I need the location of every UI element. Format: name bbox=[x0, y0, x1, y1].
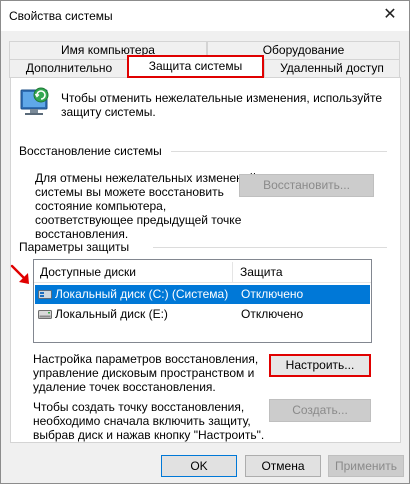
intro-text-line2: защиту системы. bbox=[61, 105, 156, 119]
column-divider bbox=[232, 262, 233, 282]
restore-button[interactable]: Восстановить... bbox=[239, 174, 374, 197]
configure-text-line3: удаление точек восстановления. bbox=[33, 380, 216, 394]
drive-name: Локальный диск (E:) bbox=[55, 307, 168, 321]
restore-text-line2: системы вы можете восстановить bbox=[35, 185, 224, 199]
create-text-line3: выбрав диск и нажав кнопку "Настроить". bbox=[33, 428, 265, 442]
restore-group-label: Восстановление системы bbox=[19, 144, 166, 158]
apply-button[interactable]: Применить bbox=[328, 455, 404, 477]
system-properties-dialog: Свойства системы ✕ Имя компьютера Оборуд… bbox=[0, 0, 410, 484]
tab-remote[interactable]: Удаленный доступ bbox=[264, 59, 400, 78]
restore-text-line4: соответствующее предыдущей точке bbox=[35, 213, 242, 227]
drive-row-c[interactable]: Локальный диск (C:) (Система) Отключено bbox=[35, 285, 370, 304]
drive-icon bbox=[38, 310, 52, 319]
system-protection-icon bbox=[20, 87, 49, 115]
configure-button[interactable]: Настроить... bbox=[269, 354, 371, 377]
restore-text-line3: состояние компьютера, bbox=[35, 199, 167, 213]
create-text-line1: Чтобы создать точку восстановления, bbox=[33, 400, 245, 414]
drive-protection-status: Отключено bbox=[241, 287, 304, 301]
tab-system-protection[interactable]: Защита системы bbox=[127, 55, 264, 78]
drive-protection-status: Отключено bbox=[241, 307, 304, 321]
protection-group-divider bbox=[153, 247, 387, 248]
red-arrow-annotation-icon bbox=[10, 264, 29, 284]
system-drive-icon bbox=[38, 290, 52, 299]
create-button[interactable]: Создать... bbox=[269, 399, 371, 422]
protection-group-label: Параметры защиты bbox=[19, 240, 134, 254]
close-icon[interactable]: ✕ bbox=[381, 6, 399, 24]
intro-text-line1: Чтобы отменить нежелательные изменения, … bbox=[61, 91, 383, 105]
restore-group-divider bbox=[171, 151, 387, 152]
window-title: Свойства системы bbox=[9, 9, 113, 23]
configure-text-line2: управление дисковым пространством и bbox=[33, 366, 255, 380]
drives-list-header: Доступные диски Защита bbox=[34, 262, 371, 283]
column-header-protection[interactable]: Защита bbox=[240, 265, 283, 279]
drive-name: Локальный диск (C:) (Система) bbox=[55, 287, 229, 301]
title-bar: Свойства системы ✕ bbox=[1, 1, 409, 31]
ok-button[interactable]: OK bbox=[161, 455, 237, 477]
configure-text-line1: Настройка параметров восстановления, bbox=[33, 352, 259, 366]
tab-advanced[interactable]: Дополнительно bbox=[9, 59, 129, 78]
column-header-drives[interactable]: Доступные диски bbox=[40, 265, 136, 279]
restore-text-line1: Для отмены нежелательных изменений bbox=[35, 171, 257, 185]
create-text-line2: необходимо сначала включить защиту, bbox=[33, 414, 251, 428]
drives-list[interactable]: Доступные диски Защита Локальный диск (C… bbox=[33, 259, 372, 343]
restore-text-line5: восстановления. bbox=[35, 227, 129, 241]
cancel-button[interactable]: Отмена bbox=[245, 455, 321, 477]
drive-row-e[interactable]: Локальный диск (E:) Отключено bbox=[35, 305, 370, 324]
